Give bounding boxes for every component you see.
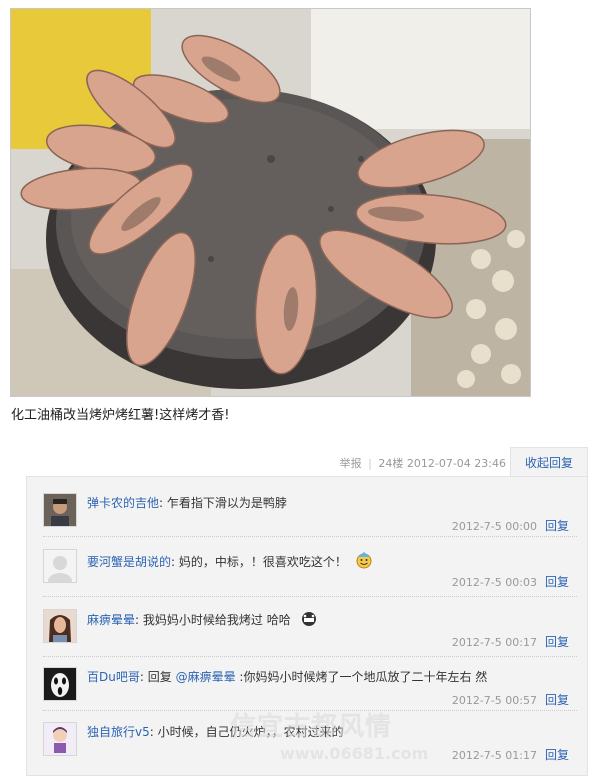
post-timestamp: 2012-07-04 23:46 (406, 457, 506, 470)
cartoon-avatar[interactable] (43, 722, 77, 756)
comment-footer: 2012-7-5 00:00 回复 (452, 517, 569, 534)
smiley-emoticon (356, 552, 372, 569)
comment-username[interactable]: 弹卡农的吉他 (87, 496, 159, 510)
mention-link[interactable]: @麻痹晕晕 (176, 670, 236, 684)
mask-avatar[interactable] (43, 667, 77, 701)
post-caption: 化工油桶改当烤炉烤红薯!这样烤才香! (11, 408, 230, 423)
post-meta-bar: 举报 | 24楼 2012-07-04 23:46 收起回复 (26, 447, 588, 478)
meta-separator: | (368, 457, 372, 470)
grin-emoticon (301, 612, 316, 626)
comment-divider (43, 596, 577, 597)
comment-text: 小时候，自己仍火炉，，农村过来的 (157, 725, 344, 739)
comment-time: 2012-7-5 00:03 (451, 576, 537, 589)
comment-footer: 2012-7-5 01:17 回复 (452, 746, 569, 763)
comment-username[interactable]: 百Du吧哥 (87, 670, 140, 684)
reply-prefix: 回复 (147, 670, 172, 684)
post-meta: 举报 | 24楼 2012-07-04 23:46 (340, 455, 506, 471)
comment-time: 2012-7-5 00:57 (451, 694, 537, 707)
comment-body: 弹卡农的吉他: 乍看指下滑以为是鸭脖 (87, 495, 287, 511)
colon: : (135, 613, 143, 627)
colon: : (171, 555, 179, 569)
comment-text: :你妈妈小时候烤了一个地瓜放了二十年左右 然 (239, 670, 488, 684)
floor-number: 24楼 (378, 457, 404, 470)
colon: : (159, 496, 167, 510)
roasted-sweet-potato-drum-image (11, 9, 530, 396)
comment-list: 弹卡农的吉他: 乍看指下滑以为是鸭脖 2012-7-5 00:00 回复 要河蟹是… (26, 476, 588, 776)
portrait-man-avatar[interactable] (43, 493, 77, 527)
comment-divider (43, 710, 577, 711)
colon: : (149, 725, 158, 739)
comment-time: 2012-7-5 01:17 (451, 749, 537, 762)
reply-button[interactable]: 回复 (545, 575, 569, 589)
reply-button[interactable]: 回复 (545, 748, 569, 762)
comment-divider (43, 656, 577, 657)
collapse-reply-button[interactable]: 收起回复 (510, 447, 588, 478)
comment-text: 乍看指下滑以为是鸭脖 (166, 496, 287, 510)
colon: : (139, 670, 148, 684)
comment-username[interactable]: 要河蟹是胡说的 (87, 555, 171, 569)
report-link[interactable]: 举报 (340, 457, 362, 470)
portrait-woman-avatar[interactable] (43, 609, 77, 643)
comment-divider (43, 536, 577, 537)
comment-body: 麻痹晕晕: 我妈妈小时候给我烤过 哈哈 (87, 611, 319, 628)
comment-username[interactable]: 麻痹晕晕 (87, 613, 135, 627)
comment-footer: 2012-7-5 00:57 回复 (452, 691, 569, 708)
reply-button[interactable]: 回复 (545, 519, 569, 533)
post-photo (10, 8, 531, 397)
comment-footer: 2012-7-5 00:03 回复 (452, 573, 569, 590)
reply-button[interactable]: 回复 (545, 693, 569, 707)
comment-body: 要河蟹是胡说的: 妈的，中标，！很喜欢吃这个！ (87, 551, 373, 570)
comment-text: 妈的，中标，！很喜欢吃这个！ (178, 555, 347, 569)
default-avatar[interactable] (43, 549, 77, 583)
comment-footer: 2012-7-5 00:17 回复 (452, 633, 569, 650)
comment-time: 2012-7-5 00:00 (451, 520, 537, 533)
comment-body: 百Du吧哥: 回复 @麻痹晕晕 :你妈妈小时候烤了一个地瓜放了二十年左右 然 (87, 669, 487, 685)
comment-username[interactable]: 独自旅行v5 (87, 725, 150, 739)
comment-time: 2012-7-5 00:17 (451, 636, 537, 649)
comment-body: 独自旅行v5: 小时候，自己仍火炉，，农村过来的 (87, 724, 344, 740)
reply-button[interactable]: 回复 (545, 635, 569, 649)
comment-text: 我妈妈小时候给我烤过 哈哈 (142, 613, 291, 627)
